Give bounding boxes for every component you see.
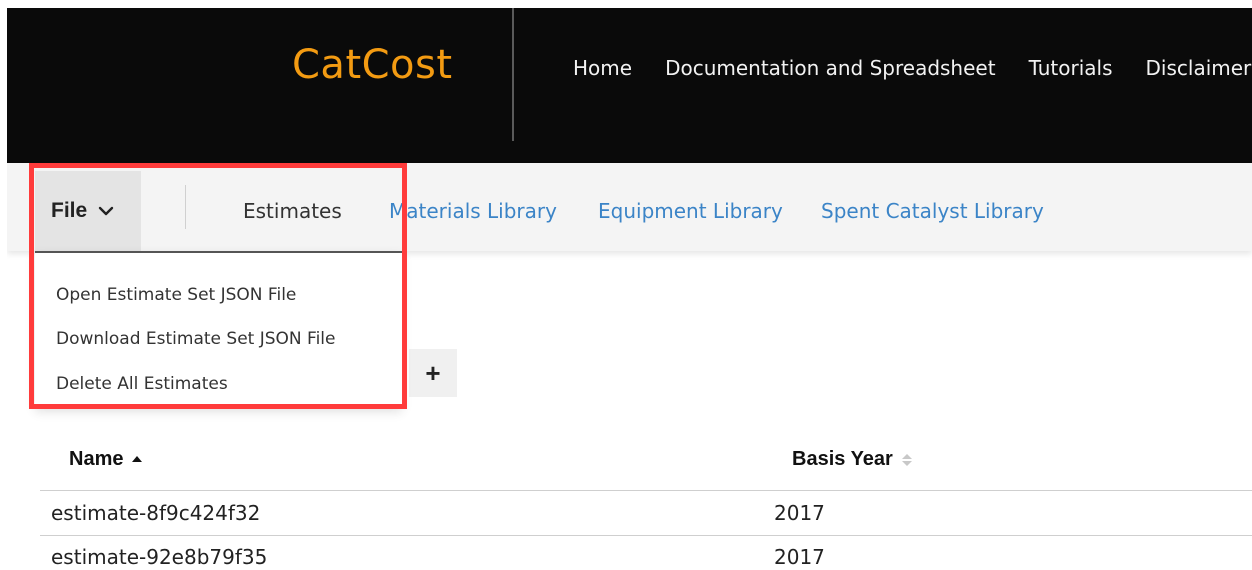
tab-spent-catalyst-library[interactable]: Spent Catalyst Library [821, 199, 1044, 223]
tab-equipment-library[interactable]: Equipment Library [598, 199, 783, 223]
column-header-basis-year[interactable]: Basis Year [792, 448, 913, 471]
column-header-basis-year-label: Basis Year [792, 448, 893, 470]
brand-logo-text[interactable]: CatCost [292, 42, 453, 88]
table-cell-name: estimate-8f9c424f32 [51, 501, 261, 525]
column-header-name[interactable]: Name [69, 448, 143, 471]
row-separator [40, 535, 1252, 536]
tab-estimates[interactable]: Estimates [243, 199, 342, 223]
menu-item-open-json[interactable]: Open Estimate Set JSON File [56, 285, 296, 305]
add-estimate-button[interactable]: + [409, 349, 457, 397]
top-header: CatCost Home Documentation and Spreadshe… [7, 8, 1252, 163]
header-divider [512, 8, 514, 141]
nav-documentation-link[interactable]: Documentation and Spreadsheet [665, 56, 996, 80]
app-window: CatCost Home Documentation and Spreadshe… [7, 8, 1252, 570]
file-dropdown-menu: Open Estimate Set JSON File Download Est… [35, 251, 402, 408]
file-menu-button[interactable]: File [35, 171, 141, 251]
column-header-name-label: Name [69, 448, 124, 470]
chevron-down-icon [98, 206, 114, 216]
tab-materials-library[interactable]: Materials Library [389, 199, 557, 223]
table-cell-basis-year: 2017 [774, 501, 825, 525]
menu-item-delete-all[interactable]: Delete All Estimates [56, 374, 228, 394]
header-separator [40, 490, 1252, 491]
plus-icon: + [425, 357, 441, 388]
file-menu-label: File [51, 199, 88, 222]
sort-neutral-icon [901, 453, 912, 466]
sort-ascending-icon [132, 455, 143, 462]
nav-home-link[interactable]: Home [573, 56, 632, 80]
nav-tutorials-link[interactable]: Tutorials [1029, 56, 1113, 80]
table-cell-basis-year: 2017 [774, 545, 825, 569]
menu-item-download-json[interactable]: Download Estimate Set JSON File [56, 329, 335, 349]
tab-bar: File Estimates Materials Library Equipme… [7, 163, 1252, 251]
main-nav: Home Documentation and Spreadsheet Tutor… [573, 56, 1252, 80]
nav-disclaimer-link[interactable]: Disclaimer [1146, 56, 1252, 80]
table-cell-name: estimate-92e8b79f35 [51, 545, 268, 569]
tab-divider [185, 185, 186, 229]
